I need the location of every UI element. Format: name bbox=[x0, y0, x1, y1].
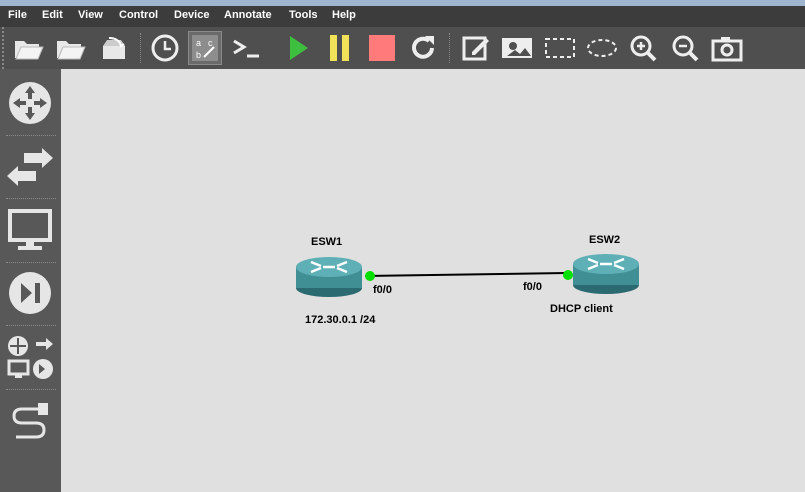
pause-icon bbox=[330, 35, 349, 61]
console-button[interactable] bbox=[229, 31, 263, 65]
esw1-node[interactable] bbox=[296, 257, 362, 297]
sidebar-separator bbox=[6, 389, 56, 390]
menu-bar: File Edit View Control Device Annotate T… bbox=[0, 6, 805, 27]
ellipse-icon bbox=[587, 39, 617, 57]
save-snapshot-button[interactable] bbox=[97, 31, 131, 65]
monitor-icon bbox=[8, 209, 52, 250]
folder-open-icon bbox=[15, 41, 44, 60]
sidebar-separator bbox=[6, 198, 56, 199]
abc-labels-icon: a c b bbox=[192, 35, 218, 61]
stop-icon bbox=[369, 35, 395, 61]
sidebar-separator bbox=[6, 325, 56, 326]
menu-help[interactable]: Help bbox=[332, 9, 356, 21]
toolbar-separator bbox=[449, 33, 452, 63]
sidebar-item-security-devices[interactable] bbox=[4, 265, 56, 321]
svg-text:b: b bbox=[196, 50, 201, 60]
topology-canvas[interactable]: ESW1 ESW2 f0/0 f0/0 172.30.0.1 /24 DHCP … bbox=[61, 69, 805, 492]
edit-note-icon bbox=[462, 36, 489, 61]
esw1-ip-note: 172.30.0.1 /24 bbox=[305, 314, 376, 326]
device-sidebar bbox=[0, 69, 61, 492]
screenshot-button[interactable] bbox=[710, 31, 744, 65]
menu-control[interactable]: Control bbox=[119, 9, 158, 21]
sidebar-separator bbox=[6, 135, 56, 136]
router-icon bbox=[9, 82, 51, 124]
main-toolbar: a c b bbox=[0, 27, 805, 69]
cable-icon bbox=[12, 403, 48, 439]
esw1-port-label: f0/0 bbox=[373, 284, 392, 296]
menu-file[interactable]: File bbox=[8, 9, 27, 21]
start-button[interactable] bbox=[281, 31, 315, 65]
sidebar-separator bbox=[6, 262, 56, 263]
sidebar-item-end-devices[interactable] bbox=[4, 202, 56, 258]
sidebar-item-routers[interactable] bbox=[4, 75, 56, 131]
switch-arrows-icon bbox=[7, 148, 53, 186]
menu-edit[interactable]: Edit bbox=[42, 9, 63, 21]
sidebar-item-all-devices[interactable] bbox=[4, 329, 56, 385]
toolbar-separator bbox=[140, 33, 143, 63]
toolbar-grip[interactable] bbox=[2, 27, 7, 69]
suspend-button[interactable] bbox=[322, 31, 356, 65]
menu-annotate[interactable]: Annotate bbox=[224, 9, 272, 21]
stop-button[interactable] bbox=[365, 31, 399, 65]
menu-device[interactable]: Device bbox=[174, 9, 209, 21]
clock-icon bbox=[151, 34, 179, 62]
add-note-button[interactable] bbox=[459, 31, 493, 65]
esw2-node[interactable] bbox=[573, 254, 639, 294]
folder-icon bbox=[57, 41, 86, 60]
insert-picture-button[interactable] bbox=[500, 31, 534, 65]
zoom-out-button[interactable] bbox=[668, 31, 702, 65]
svg-text:c: c bbox=[208, 38, 213, 48]
rectangle-icon bbox=[545, 38, 575, 58]
reload-button[interactable] bbox=[406, 31, 440, 65]
draw-rectangle-button[interactable] bbox=[543, 31, 577, 65]
snapshot-box-icon bbox=[103, 37, 125, 59]
camera-icon bbox=[711, 37, 743, 62]
zoom-out-icon bbox=[672, 35, 699, 62]
picture-icon bbox=[502, 38, 532, 58]
terminal-icon bbox=[233, 39, 259, 58]
show-labels-button[interactable]: a c b bbox=[188, 31, 222, 65]
esw2-label: ESW2 bbox=[589, 234, 621, 246]
open-folder-button[interactable] bbox=[12, 31, 46, 65]
menu-tools[interactable]: Tools bbox=[289, 9, 318, 21]
esw2-port-label: f0/0 bbox=[523, 281, 542, 293]
history-button[interactable] bbox=[148, 31, 182, 65]
menu-view[interactable]: View bbox=[78, 9, 103, 21]
topology-drawing bbox=[296, 254, 639, 297]
esw1-port-status bbox=[365, 271, 375, 281]
security-play-icon bbox=[9, 272, 51, 314]
zoom-in-icon bbox=[630, 35, 657, 62]
zoom-in-button[interactable] bbox=[626, 31, 660, 65]
esw2-port-status bbox=[563, 270, 573, 280]
draw-ellipse-button[interactable] bbox=[585, 31, 619, 65]
reload-icon bbox=[412, 36, 434, 59]
all-devices-icon bbox=[7, 336, 53, 379]
sidebar-item-add-link[interactable] bbox=[4, 394, 56, 450]
sidebar-item-switches[interactable] bbox=[4, 139, 56, 195]
open-project-button[interactable] bbox=[54, 31, 88, 65]
svg-text:a: a bbox=[196, 38, 201, 48]
link-line[interactable] bbox=[364, 272, 568, 277]
esw1-label: ESW1 bbox=[311, 236, 343, 248]
play-icon bbox=[290, 36, 308, 60]
esw2-dhcp-note: DHCP client bbox=[550, 303, 613, 315]
